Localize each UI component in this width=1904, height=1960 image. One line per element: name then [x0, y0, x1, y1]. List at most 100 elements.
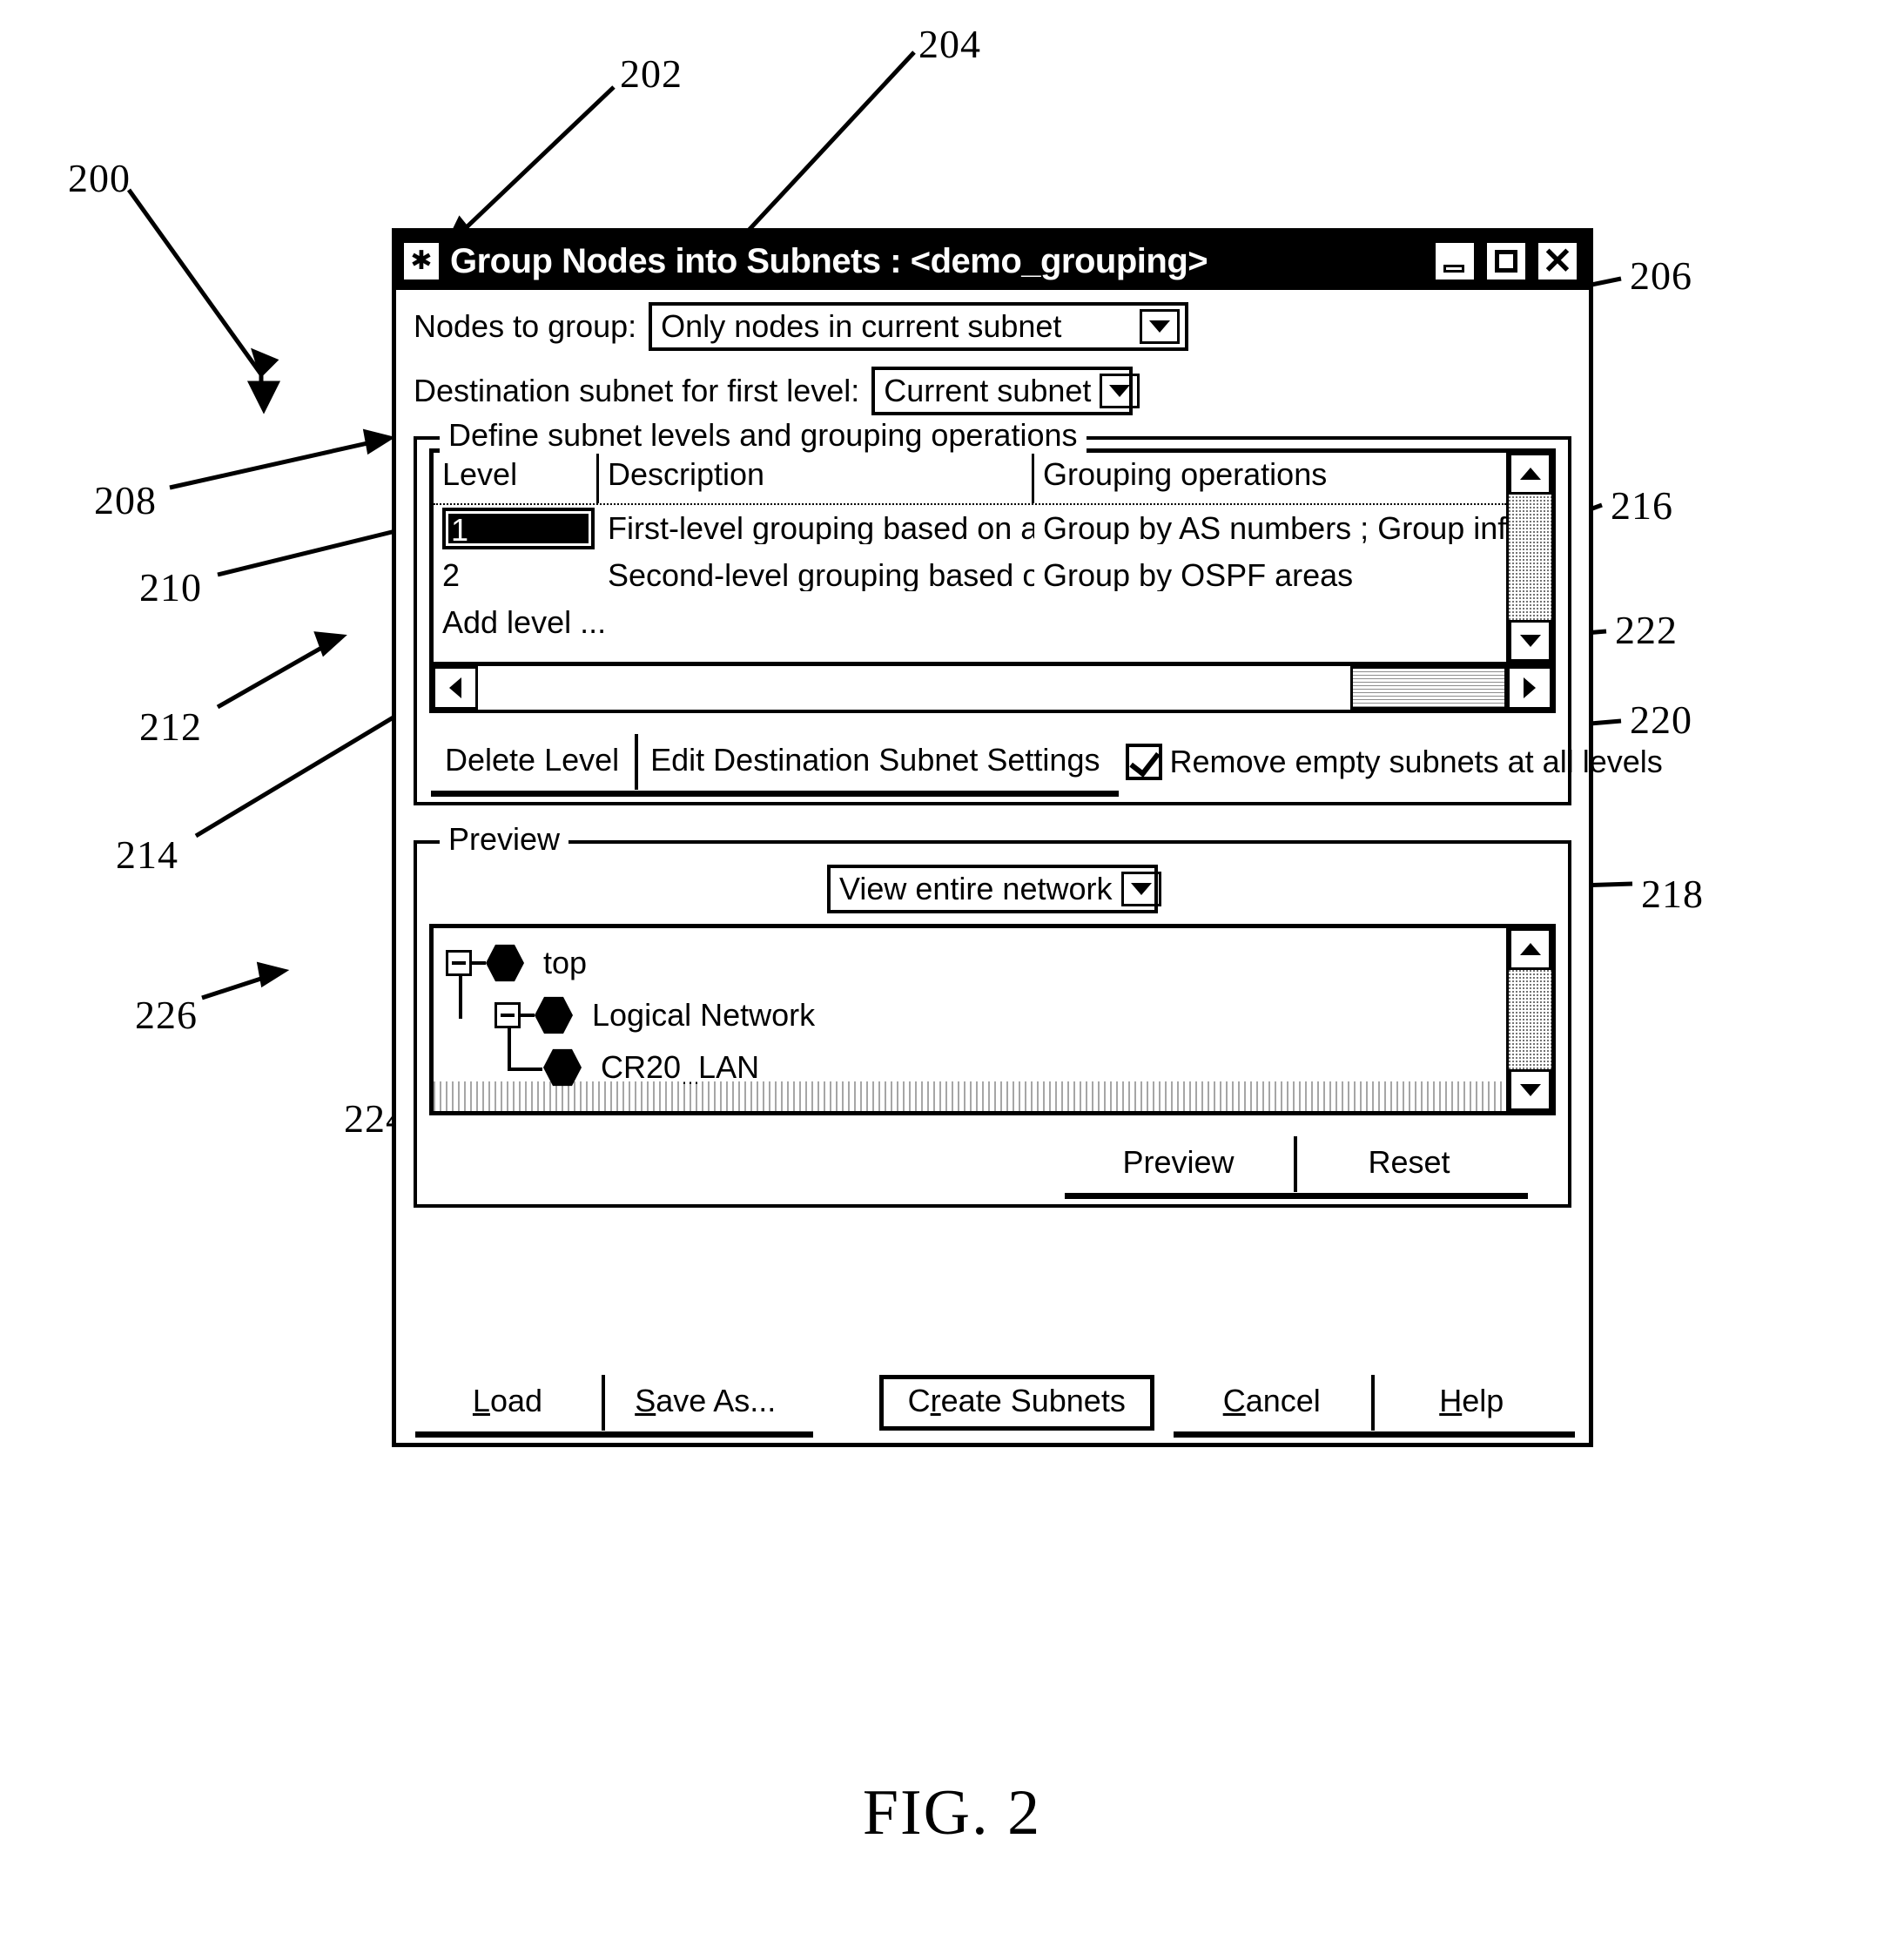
chevron-down-icon[interactable] — [1140, 309, 1181, 344]
create-subnets-button[interactable]: Create Subnets — [878, 1375, 1154, 1431]
callout-204: 204 — [918, 22, 981, 66]
level-cell[interactable]: 1 — [434, 508, 599, 549]
figure-caption: FIG. 2 — [862, 1777, 1042, 1849]
column-header-level[interactable]: Level — [434, 453, 599, 503]
chevron-down-icon[interactable] — [1100, 374, 1140, 408]
scroll-up-button[interactable] — [1509, 453, 1551, 495]
help-button-label: Help — [1439, 1383, 1504, 1418]
close-icon: ✕ — [1542, 240, 1573, 281]
callout-216: 216 — [1611, 483, 1673, 528]
levels-table-vertical-scrollbar[interactable] — [1506, 453, 1551, 662]
callout-218: 218 — [1641, 872, 1704, 916]
callout-202: 202 — [620, 51, 683, 96]
tree-connector-line — [472, 961, 486, 965]
nodes-to-group-label: Nodes to group: — [414, 308, 637, 344]
minimize-icon — [1443, 265, 1464, 273]
description-cell[interactable]: Second-level grouping based o... — [599, 560, 1034, 591]
scroll-down-button[interactable] — [1509, 1069, 1551, 1111]
load-button-label: Load — [472, 1383, 543, 1418]
tree-item-label: top — [543, 945, 588, 980]
callout-222: 222 — [1615, 608, 1678, 652]
level-cell[interactable]: 2 — [434, 560, 599, 591]
help-button[interactable]: Help — [1371, 1375, 1575, 1438]
save-as-button[interactable]: Save As... — [601, 1375, 813, 1438]
triangle-up-icon — [1519, 943, 1541, 955]
remove-empty-subnets-checkbox[interactable]: Remove empty subnets at all levels — [1126, 744, 1663, 780]
delete-level-button[interactable]: Delete Level — [429, 734, 639, 797]
preview-tree-vertical-scrollbar[interactable] — [1506, 928, 1551, 1111]
tree-item-label: Logical Network — [592, 997, 816, 1033]
levels-button-row: Delete Level Edit Destination Subnet Set… — [429, 734, 1663, 797]
add-level-row[interactable]: Add level ... — [434, 599, 1506, 646]
description-cell[interactable]: First-level grouping based on a... — [599, 513, 1034, 544]
nodes-to-group-value: Only nodes in current subnet — [661, 308, 1062, 344]
triangle-right-icon — [1524, 677, 1536, 698]
tree-connector-line — [521, 1014, 535, 1017]
scroll-track[interactable] — [1509, 495, 1551, 620]
reset-button[interactable]: Reset — [1294, 1136, 1528, 1199]
tree-horizontal-scrollbar[interactable] — [434, 1081, 1506, 1111]
minimize-button[interactable] — [1432, 239, 1477, 283]
scroll-left-button[interactable] — [433, 666, 478, 710]
dialog-button-row: Load Save As... Create Subnets Cancel He… — [414, 1375, 1575, 1438]
scroll-track[interactable] — [478, 666, 1350, 710]
level-cell-editing[interactable]: 1 — [442, 508, 595, 549]
callout-220: 220 — [1630, 697, 1692, 742]
preview-tree: top Logical Network CR20_LAN — [429, 924, 1556, 1115]
window-controls: ✕ — [1432, 239, 1580, 283]
maximize-button[interactable] — [1484, 239, 1529, 283]
levels-table-horizontal-scrollbar[interactable] — [429, 666, 1556, 713]
edit-destination-subnet-settings-button[interactable]: Edit Destination Subnet Settings — [635, 734, 1120, 797]
scroll-thumb[interactable] — [1350, 666, 1507, 710]
close-button[interactable]: ✕ — [1535, 239, 1580, 283]
title-bar[interactable]: ✱ Group Nodes into Subnets : <demo_group… — [396, 232, 1589, 290]
preview-view-select[interactable]: View entire network — [827, 865, 1161, 913]
levels-table-body: Level Description Grouping operations 1 … — [434, 453, 1506, 662]
subnet-node-icon — [486, 944, 524, 982]
cancel-button[interactable]: Cancel — [1171, 1375, 1376, 1438]
tree-item-top[interactable]: top — [446, 937, 1506, 989]
load-button[interactable]: Load — [414, 1375, 605, 1438]
cancel-button-label: Cancel — [1222, 1383, 1321, 1418]
levels-table: Level Description Grouping operations 1 … — [429, 448, 1556, 666]
app-star-icon: ✱ — [401, 240, 441, 282]
destination-subnet-value: Current subnet — [884, 373, 1092, 408]
column-header-description[interactable]: Description — [599, 453, 1034, 503]
preview-button[interactable]: Preview — [1063, 1136, 1297, 1199]
callout-206: 206 — [1630, 253, 1692, 298]
triangle-up-icon — [1519, 468, 1541, 480]
checkbox-box[interactable] — [1126, 744, 1163, 780]
scroll-up-button[interactable] — [1509, 928, 1551, 970]
destination-subnet-select[interactable]: Current subnet — [871, 367, 1140, 415]
preview-view-value: View entire network — [839, 871, 1113, 906]
checkmark-icon — [1129, 744, 1161, 778]
nodes-to-group-row: Nodes to group: Only nodes in current su… — [414, 302, 1571, 351]
destination-subnet-label: Destination subnet for first level: — [414, 373, 860, 408]
column-header-grouping-operations[interactable]: Grouping operations — [1034, 453, 1506, 503]
operations-cell[interactable]: Group by OSPF areas — [1034, 560, 1506, 591]
operations-cell[interactable]: Group by AS numbers ; Group inferre — [1034, 513, 1506, 544]
preview-button-row: Preview Reset — [429, 1136, 1556, 1199]
collapse-icon[interactable] — [495, 1002, 521, 1028]
view-selector-row: View entire network — [429, 865, 1556, 913]
define-levels-groupbox: Define subnet levels and grouping operat… — [414, 417, 1663, 805]
table-row[interactable]: 2 Second-level grouping based o... Group… — [434, 552, 1506, 599]
callout-210: 210 — [139, 565, 202, 610]
collapse-icon[interactable] — [446, 950, 472, 976]
scroll-track[interactable] — [1509, 970, 1551, 1069]
table-row[interactable]: 1 First-level grouping based on a... Gro… — [434, 505, 1506, 552]
save-as-button-label: Save As... — [635, 1383, 777, 1418]
subnet-node-icon — [535, 996, 573, 1034]
callout-214: 214 — [116, 832, 178, 877]
destination-subnet-row: Destination subnet for first level: Curr… — [414, 367, 1571, 415]
dialog-client-area: Nodes to group: Only nodes in current su… — [396, 290, 1663, 1443]
scroll-down-button[interactable] — [1509, 620, 1551, 662]
levels-table-header: Level Description Grouping operations — [434, 453, 1506, 505]
nodes-to-group-select[interactable]: Only nodes in current subnet — [649, 302, 1189, 351]
window-title: Group Nodes into Subnets : <demo_groupin… — [450, 241, 1208, 280]
preview-title: Preview — [440, 821, 569, 858]
scroll-right-button[interactable] — [1507, 666, 1552, 710]
tree-item-logical-network[interactable]: Logical Network — [446, 989, 1506, 1041]
chevron-down-icon[interactable] — [1120, 872, 1161, 906]
preview-tree-content[interactable]: top Logical Network CR20_LAN — [434, 928, 1506, 1111]
